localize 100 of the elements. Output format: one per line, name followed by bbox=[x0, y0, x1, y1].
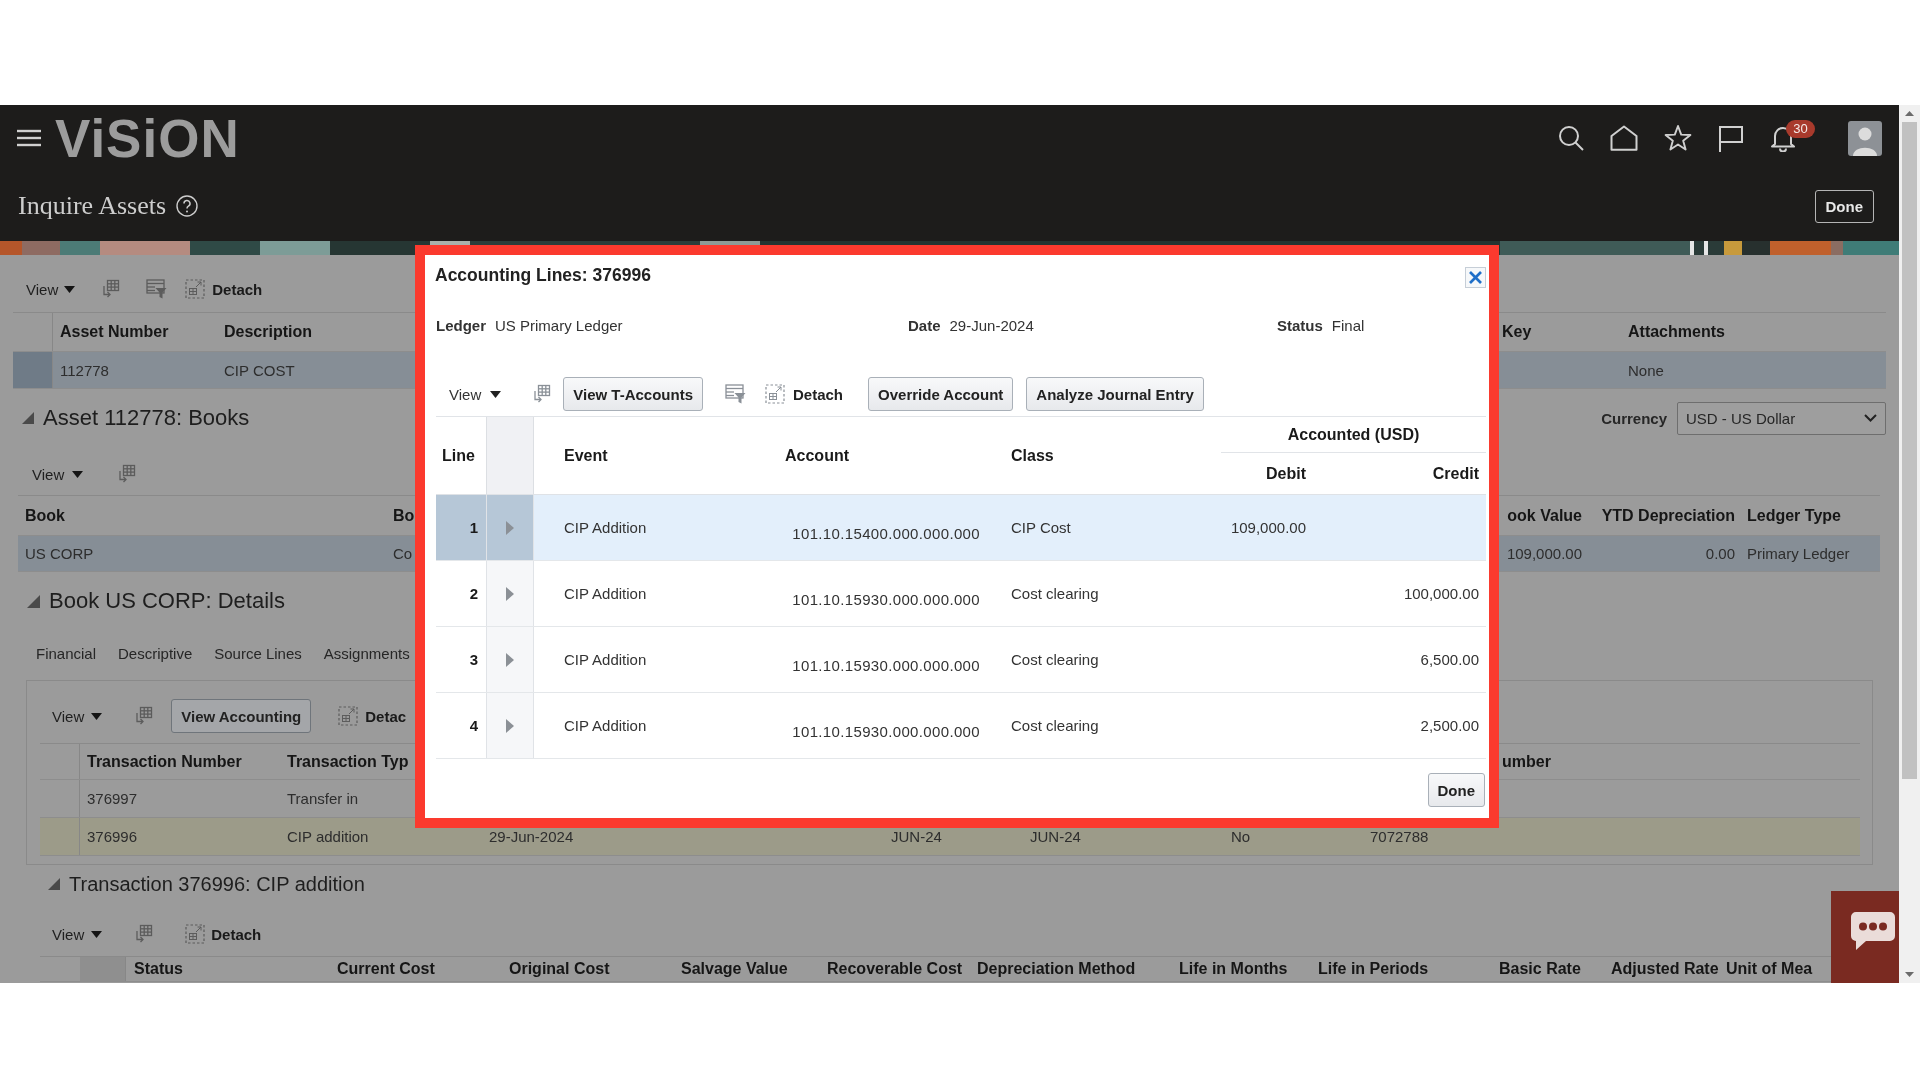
table-row[interactable]: 3 CIP Addition 101.10.15930.000.000.000 Cost clearing 6,500.00 bbox=[436, 627, 1486, 693]
notification-badge: 30 bbox=[1786, 120, 1815, 138]
avatar-icon[interactable] bbox=[1848, 120, 1882, 156]
done-button[interactable]: Done bbox=[1427, 773, 1485, 807]
triangle-icon[interactable] bbox=[22, 412, 34, 424]
table-row[interactable]: 4 CIP Addition 101.10.15930.000.000.000 Cost clearing 2,500.00 bbox=[436, 693, 1486, 759]
home-icon[interactable] bbox=[1610, 125, 1638, 151]
column-header: Debit bbox=[1265, 463, 1307, 484]
star-icon[interactable] bbox=[1664, 125, 1692, 151]
grid-arrow-icon[interactable] bbox=[116, 464, 137, 484]
help-icon[interactable] bbox=[176, 195, 199, 217]
table-cell-text: CIP Addition bbox=[563, 650, 648, 670]
action-button[interactable]: Override Account bbox=[868, 377, 1014, 411]
column-header: Adjusted Rate bbox=[1611, 960, 1719, 978]
table-cell: 376996 bbox=[87, 828, 138, 845]
t-accounts-button[interactable]: View T-Accounts bbox=[563, 377, 703, 411]
scroll-down-icon[interactable] bbox=[1905, 972, 1914, 977]
view-menu[interactable]: View bbox=[27, 459, 89, 489]
chevron-down-icon bbox=[1864, 414, 1877, 422]
table-cell-text: 2 bbox=[468, 584, 479, 604]
column-header: Ledger Type bbox=[1747, 506, 1841, 525]
grid-arrow-icon[interactable] bbox=[100, 279, 121, 299]
section-title: Asset 112778: Books bbox=[43, 405, 250, 431]
table-cell: 109,000.00 bbox=[1506, 545, 1582, 562]
chat-button[interactable] bbox=[1831, 891, 1899, 983]
disclosure-cell[interactable] bbox=[486, 693, 534, 758]
triangle-icon[interactable] bbox=[48, 878, 60, 890]
tab[interactable]: Financial bbox=[32, 640, 101, 668]
tab[interactable]: Descriptive bbox=[114, 640, 197, 668]
column-header: Event bbox=[563, 445, 609, 466]
grid-arrow-icon[interactable] bbox=[133, 706, 154, 726]
column-header: Asset Number bbox=[60, 323, 169, 341]
table-cell: JUN-24 bbox=[891, 828, 942, 845]
tab[interactable]: Assignments bbox=[319, 640, 414, 668]
table-cell: 112778 bbox=[60, 361, 109, 379]
currency-select[interactable]: USD - US Dollar bbox=[1677, 401, 1886, 435]
table-row[interactable]: 2 CIP Addition 101.10.15930.000.000.000 Cost clearing 100,000.00 bbox=[436, 561, 1486, 627]
dashed-square-icon bbox=[185, 279, 206, 299]
bell-icon[interactable] bbox=[1770, 124, 1796, 152]
filter-icon[interactable] bbox=[146, 279, 168, 299]
column-header: Salvage Value bbox=[681, 960, 788, 978]
detach-button[interactable]: Detach bbox=[765, 379, 844, 409]
view-menu[interactable]: View bbox=[47, 701, 108, 731]
disclosure-cell[interactable] bbox=[486, 561, 534, 626]
column-header: Original Cost bbox=[509, 960, 610, 978]
filter-icon[interactable] bbox=[725, 384, 746, 404]
table-cell: 0.00 bbox=[1705, 545, 1735, 562]
column-header: Current Cost bbox=[337, 960, 435, 978]
table-cell: JUN-24 bbox=[1030, 828, 1081, 845]
table-cell-text: 2,500.00 bbox=[1419, 716, 1480, 736]
caret-icon bbox=[91, 930, 103, 938]
triangle-icon[interactable] bbox=[506, 586, 514, 601]
table-cell-text: 3 bbox=[468, 650, 479, 670]
search-icon[interactable] bbox=[1558, 125, 1584, 151]
action-button[interactable]: Analyze Journal Entry bbox=[1026, 377, 1204, 411]
table-cell: None bbox=[1628, 361, 1664, 379]
column-header: Credit bbox=[1431, 463, 1480, 484]
column-header: Line bbox=[441, 445, 476, 466]
close-button[interactable] bbox=[1465, 266, 1486, 288]
triangle-icon[interactable] bbox=[27, 594, 40, 608]
table-cell-text: 101.10.15930.000.000.000 bbox=[791, 655, 981, 676]
disclosure-cell[interactable] bbox=[486, 627, 534, 692]
table-cell: Co bbox=[393, 545, 413, 562]
scroll-up-icon[interactable] bbox=[1905, 111, 1914, 116]
triangle-icon[interactable] bbox=[506, 718, 514, 733]
table-cell: 1 bbox=[436, 495, 486, 560]
table-cell-text: CIP Addition bbox=[563, 518, 648, 538]
tab[interactable]: Source Lines bbox=[210, 640, 306, 668]
table-cell-text: 6,500.00 bbox=[1419, 650, 1480, 670]
view-menu[interactable]: View bbox=[21, 274, 81, 304]
table-cell-text: 101.10.15930.000.000.000 bbox=[791, 589, 981, 610]
flag-icon[interactable] bbox=[1718, 124, 1744, 152]
table-cell-text: CIP Addition bbox=[563, 716, 648, 736]
menu-icon[interactable] bbox=[17, 129, 41, 147]
grid-arrow-icon[interactable] bbox=[531, 384, 552, 404]
triangle-icon[interactable] bbox=[506, 520, 514, 535]
table-cell-text: 109,000.00 bbox=[1229, 518, 1307, 538]
table-cell: US CORP bbox=[25, 545, 94, 562]
disclosure-cell[interactable] bbox=[486, 495, 534, 560]
detach-button[interactable]: Detac bbox=[338, 701, 407, 731]
grid-arrow-icon[interactable] bbox=[133, 924, 154, 944]
table-row[interactable]: 1 CIP Addition 101.10.15400.000.000.000 CIP Cost 109,000.00 bbox=[436, 495, 1486, 561]
table-cell: CIP addition bbox=[287, 828, 369, 845]
view-accounting-button[interactable]: View Accounting bbox=[171, 699, 312, 733]
column-header: Description bbox=[224, 323, 312, 341]
table-cell: Primary Ledger bbox=[1747, 545, 1850, 562]
table-cell: CIP COST bbox=[224, 361, 295, 379]
column-header: Life in Months bbox=[1179, 960, 1288, 978]
scrollbar-thumb[interactable] bbox=[1902, 122, 1917, 779]
table-cell-text: Cost clearing bbox=[1010, 584, 1100, 604]
detach-button[interactable]: Detach bbox=[185, 919, 262, 949]
triangle-icon[interactable] bbox=[506, 652, 514, 667]
view-menu[interactable]: View bbox=[444, 379, 507, 409]
column-header: YTD Depreciation bbox=[1601, 506, 1735, 525]
page-title: Inquire Assets bbox=[18, 191, 167, 221]
dialog-title: Accounting Lines: 376996 bbox=[435, 264, 651, 286]
scrollbar[interactable] bbox=[1899, 105, 1920, 983]
done-button[interactable]: Done bbox=[1814, 189, 1874, 223]
view-menu[interactable]: View bbox=[47, 919, 108, 949]
detach-button[interactable]: Detach bbox=[185, 274, 263, 304]
